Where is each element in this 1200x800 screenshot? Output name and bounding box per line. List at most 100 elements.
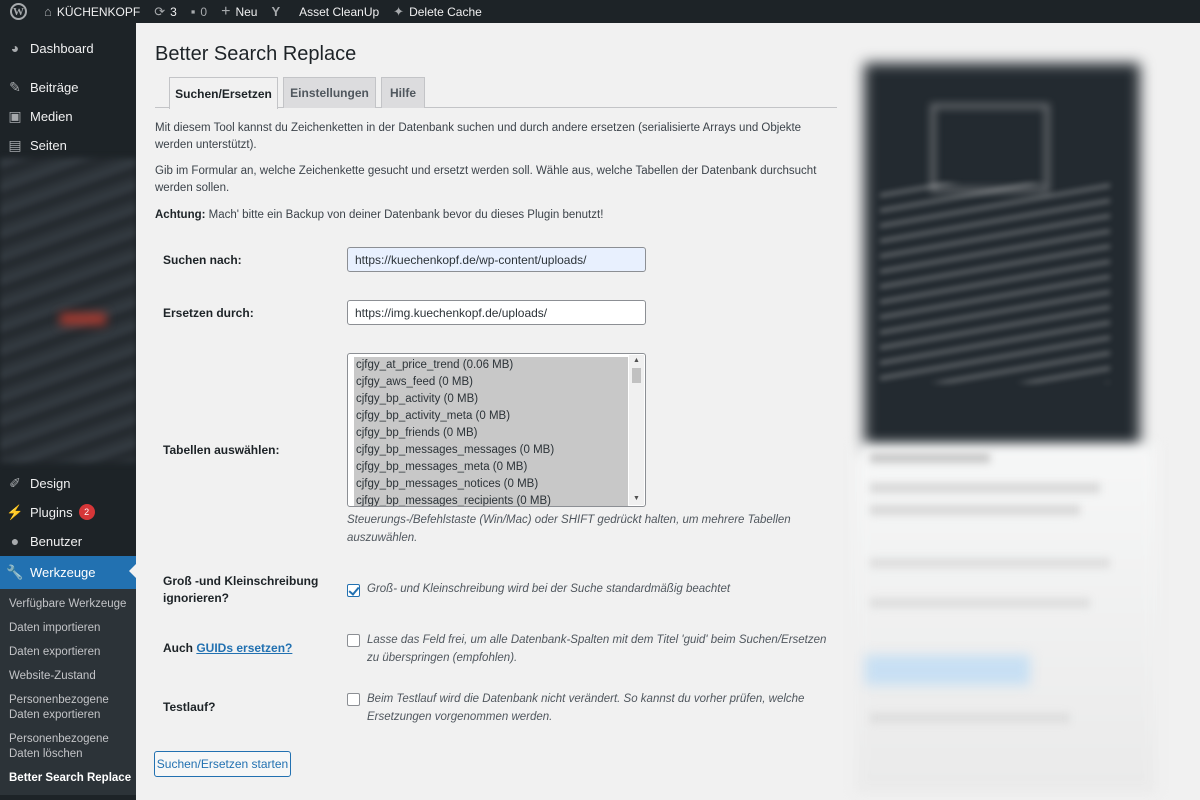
submenu-website-zustand[interactable]: Website-Zustand (9, 669, 133, 684)
sidebar-item-label: Plugins (30, 504, 73, 520)
home-icon: ⌂ (44, 4, 52, 19)
submenu-verfuegbare-werkzeuge[interactable]: Verfügbare Werkzeuge (9, 597, 133, 612)
scroll-down-icon[interactable]: ▼ (629, 493, 644, 505)
sidebar-item-plugins[interactable]: ⚡ Plugins 2 (0, 497, 136, 527)
new-content-link[interactable]: + Neu (214, 0, 264, 23)
werkzeuge-submenu: Verfügbare Werkzeuge Daten importieren D… (0, 589, 136, 795)
media-icon: ▣ (8, 107, 22, 124)
table-option[interactable]: cjfgy_bp_messages_messages (0 MB) (354, 442, 628, 459)
search-input[interactable] (347, 247, 646, 272)
replace-input[interactable] (347, 300, 646, 325)
intro-paragraph-1: Mit diesem Tool kannst du Zeichenketten … (155, 122, 802, 151)
sidebar-item-design[interactable]: ✐ Design (0, 468, 136, 498)
warning-text: Mach' bitte ein Backup von deiner Datenb… (205, 209, 604, 221)
plugins-update-badge: 2 (78, 504, 95, 520)
sidebar-item-label: Medien (30, 108, 73, 124)
tab-einstellungen[interactable]: Einstellungen (283, 77, 376, 108)
plus-icon: + (221, 2, 231, 20)
submenu-label-line2: Daten löschen (9, 748, 83, 760)
submenu-daten-exportieren[interactable]: Daten exportieren (9, 645, 133, 660)
wrench-icon: 🔧 (6, 564, 24, 580)
site-name-link[interactable]: ⌂ KÜCHENKOPF (37, 0, 147, 23)
dry-run-checkbox[interactable] (347, 693, 360, 706)
start-search-replace-button[interactable]: Suchen/Ersetzen starten (154, 751, 291, 777)
sidebar-item-label: Design (30, 475, 71, 491)
updates-link[interactable]: ⟳ 3 (147, 0, 184, 23)
sidebar-item-label: Beiträge (30, 79, 79, 95)
tables-label: Tabellen auswählen: (163, 443, 280, 457)
scroll-up-icon[interactable]: ▲ (629, 355, 644, 367)
blurred-heading (870, 453, 990, 463)
sidebar-item-seiten[interactable]: ▤ Seiten (0, 130, 136, 160)
blurred-button (865, 655, 1030, 685)
tables-multiselect[interactable]: cjfgy_at_price_trend (0.06 MB) cjfgy_aws_… (347, 353, 646, 507)
brush-icon: ✐ (9, 474, 21, 491)
dry-run-description: Beim Testlauf wird die Datenbank nicht v… (367, 693, 805, 723)
search-label: Suchen nach: (163, 253, 242, 267)
guid-checkbox[interactable] (347, 634, 360, 647)
tab-hilfe[interactable]: Hilfe (381, 77, 425, 108)
table-option[interactable]: cjfgy_bp_activity_meta (0 MB) (354, 408, 628, 425)
case-description: Groß- und Kleinschreibung wird bei der S… (367, 583, 731, 595)
user-icon: ● (10, 533, 20, 549)
table-option[interactable]: cjfgy_bp_friends (0 MB) (354, 425, 628, 442)
yoast-icon: Y (271, 4, 281, 19)
submenu-label-line1: Personenbezogene (9, 694, 109, 706)
sidebar-item-werkzeuge[interactable]: 🔧 Werkzeuge (0, 556, 136, 589)
sidebar-item-label: Dashboard (30, 40, 94, 56)
intro-paragraph-2: Gib im Formular an, welche Zeichenkette … (155, 165, 817, 194)
guid-help-link[interactable]: GUIDs ersetzen? (196, 641, 292, 655)
backup-warning: Achtung: Mach' bitte ein Backup von dein… (155, 207, 835, 224)
comments-link[interactable]: ▪ 0 (184, 0, 214, 23)
wordpress-logo-button[interactable]: W (0, 0, 37, 23)
blurred-line (870, 598, 1090, 608)
sidebar-item-label: Seiten (30, 137, 67, 153)
guid-description: Lasse das Feld frei, um alle Datenbank-S… (367, 634, 827, 664)
table-option[interactable]: cjfgy_bp_messages_recipients (0 MB) (354, 493, 628, 506)
asset-cleanup-link[interactable]: Asset CleanUp (292, 0, 386, 23)
tab-suchen-ersetzen[interactable]: Suchen/Ersetzen (169, 77, 278, 109)
tab-bar: Suchen/Ersetzen Einstellungen Hilfe (155, 77, 837, 109)
scroll-thumb[interactable] (632, 368, 641, 383)
pin-icon: ✎ (9, 78, 21, 95)
dry-run-label: Testlauf? (163, 700, 216, 714)
sidebar-item-dashboard[interactable]: ◕ Dashboard (0, 33, 136, 63)
submenu-daten-importieren[interactable]: Daten importieren (9, 621, 133, 636)
table-option[interactable]: cjfgy_bp_messages_notices (0 MB) (354, 476, 628, 493)
case-checkbox[interactable] (347, 584, 360, 597)
main-content: Better Search Replace Suchen/Ersetzen Ei… (136, 23, 850, 800)
blurred-badge (60, 313, 106, 325)
tables-option-list: cjfgy_at_price_trend (0.06 MB) cjfgy_aws_… (354, 357, 628, 506)
blurred-line (870, 505, 1080, 515)
blurred-logo (930, 103, 1050, 193)
blurred-light-box (856, 443, 1156, 793)
submenu-personenbezogene-exportieren[interactable]: Personenbezogene Daten exportieren (9, 693, 133, 723)
submenu-label-line2: Daten exportieren (9, 709, 101, 721)
admin-bar: W ⌂ KÜCHENKOPF ⟳ 3 ▪ 0 + Neu Y Asset Cle… (0, 0, 1200, 23)
guid-label: Auch GUIDs ersetzen? (163, 640, 292, 657)
tables-help-text: Steuerungs-/Befehlstaste (Win/Mac) oder … (347, 514, 791, 544)
blurred-line (870, 713, 1070, 723)
warning-label: Achtung: (155, 209, 206, 221)
sidebar-item-beitraege[interactable]: ✎ Beiträge (0, 72, 136, 102)
sidebar-item-benutzer[interactable]: ● Benutzer (0, 526, 136, 556)
table-option[interactable]: cjfgy_at_price_trend (0.06 MB) (354, 357, 628, 374)
plugin-icon: ⚡ (6, 503, 24, 520)
blurred-line (870, 483, 1100, 493)
site-name: KÜCHENKOPF (56, 4, 141, 19)
table-option[interactable]: cjfgy_aws_feed (0 MB) (354, 374, 628, 391)
tables-scrollbar[interactable]: ▲ ▼ (629, 355, 644, 505)
submenu-better-search-replace[interactable]: Better Search Replace (9, 771, 133, 786)
table-option[interactable]: cjfgy_bp_messages_meta (0 MB) (354, 459, 628, 476)
page-icon: ▤ (8, 136, 22, 153)
yoast-link[interactable]: Y (264, 0, 292, 23)
sidebar-item-medien[interactable]: ▣ Medien (0, 101, 136, 131)
submenu-personenbezogene-loeschen[interactable]: Personenbezogene Daten löschen (9, 732, 133, 762)
table-option[interactable]: cjfgy_bp_activity (0 MB) (354, 391, 628, 408)
updates-icon: ⟳ (154, 4, 166, 19)
submenu-label-line1: Personenbezogene (9, 733, 109, 745)
delete-cache-link[interactable]: ✦ Delete Cache (386, 0, 489, 23)
comments-count: 0 (200, 4, 208, 19)
sidebar-item-label: Benutzer (30, 533, 83, 549)
blurred-sidebar-panel (850, 23, 1200, 800)
